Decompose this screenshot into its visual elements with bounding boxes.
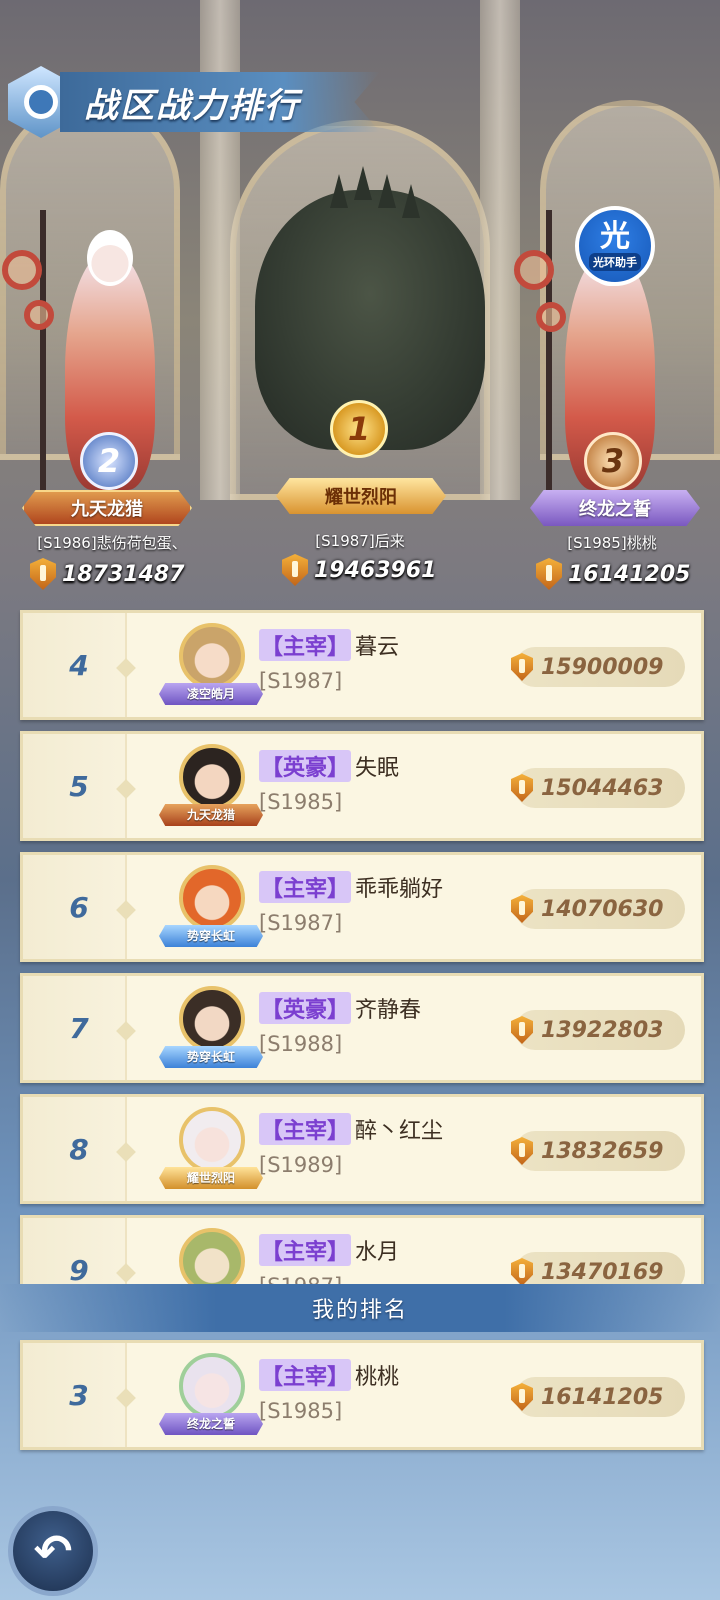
rank-tag: 【主宰】 [259,1359,352,1391]
player-name: 齐静春 [355,998,422,1023]
avatar-frame-title: 势穿长虹 [159,1046,263,1068]
avatar[interactable] [159,1228,263,1284]
podium-title-rank-2: 九天龙猎 [22,490,192,526]
avatar-frame-title: 耀世烈阳 [159,1167,263,1189]
server-id: [S1985] [259,1399,343,1423]
player-name: 暮云 [355,635,400,660]
helper-badge[interactable]: 光 光环助手 [575,206,655,286]
back-arrow-icon: ↶ [33,1524,73,1578]
power-value: 13832659 [541,1138,664,1164]
podium-power-rank-3: 16141205 [536,558,690,590]
avatar-frame-title: 终龙之誓 [159,1413,263,1435]
power-value-pill: 16141205 [511,1377,685,1417]
rank-number: 8 [69,1133,89,1166]
power-value: 16141205 [541,1384,664,1410]
podium-power-rank-1: 19463961 [282,554,436,586]
player-name: 桃桃 [355,1365,400,1390]
podium-name-rank-1: [S1987]后来 [315,532,405,550]
power-shield-icon [511,653,533,681]
power-shield-icon [536,558,562,590]
rank-2-medal-icon: 2 [80,432,138,490]
page-title: 战区战力排行 [84,85,300,126]
title-banner: 战区战力排行 [60,72,380,132]
power-value-pill: 15044463 [511,768,685,808]
server-id: [S1987] [259,911,343,935]
avatar-frame-title: 势穿长虹 [159,925,263,947]
server-id: [S1989] [259,1153,343,1177]
avatar-frame-title: 凌空皓月 [159,683,263,705]
podium-power-value: 16141205 [568,561,691,587]
power-shield-icon [511,1137,533,1165]
server-id: [S1987] [259,669,343,693]
avatar[interactable]: 九天龙猎 [159,744,263,834]
ranking-row[interactable]: 5 九天龙猎 【英豪】 失眠 [S1985] 15044463 [20,731,704,841]
rank-number: 6 [69,891,89,924]
power-value-pill: 13832659 [511,1131,685,1171]
podium-title-rank-3: 终龙之誓 [530,490,700,526]
podium-power-rank-2: 18731487 [30,558,184,590]
rank-number: 5 [69,770,89,803]
rank-number: 9 [69,1254,89,1284]
server-id: [S1985] [259,790,343,814]
helper-badge-icon: 光 [600,219,630,254]
podium-power-value: 18731487 [62,561,185,587]
podium-title-rank-1: 耀世烈阳 [276,478,446,514]
my-rank-header: 我的排名 [0,1284,720,1332]
power-value: 15044463 [541,775,664,801]
ranking-row[interactable]: 8 耀世烈阳 【主宰】 醉丶红尘 [S1989] 13832659 [20,1094,704,1204]
rank-tag: 【主宰】 [259,1234,352,1266]
rank-tag: 【主宰】 [259,871,352,903]
player-name: 水月 [355,1240,400,1265]
avatar[interactable]: 势穿长虹 [159,865,263,955]
power-shield-icon [511,1016,533,1044]
server-id: [S1987] [259,1274,342,1284]
rank-number: 7 [69,1012,89,1045]
player-name: 乖乖躺好 [355,877,444,902]
podium-name-rank-3: [S1985]桃桃 [567,534,657,552]
ranking-list[interactable]: 4 凌空皓月 【主宰】 暮云 [S1987] 15900009 5 九天龙猎 【英… [0,608,720,1284]
podium-power-value: 19463961 [314,557,437,583]
power-shield-icon [282,554,308,586]
avatar-frame-title: 九天龙猎 [159,804,263,826]
power-shield-icon [511,1258,533,1284]
podium-name-rank-2: [S1986]悲伤荷包蛋、 [37,534,187,552]
ranking-row[interactable]: 7 势穿长虹 【英豪】 齐静春 [S1988] 13922803 [20,973,704,1083]
server-id: [S1988] [259,1032,343,1056]
power-value-pill: 13922803 [511,1010,685,1050]
my-rank-title: 我的排名 [311,1298,408,1323]
rank-tag: 【英豪】 [259,992,352,1024]
rank-1-medal-icon: 1 [330,400,388,458]
rank-number: 3 [69,1379,89,1412]
rank-tag: 【英豪】 [259,750,352,782]
avatar[interactable]: 凌空皓月 [159,623,263,713]
helper-badge-label: 光环助手 [589,253,641,271]
avatar[interactable]: 势穿长虹 [159,986,263,1076]
power-value: 15900009 [541,654,664,680]
ranking-row[interactable]: 4 凌空皓月 【主宰】 暮云 [S1987] 15900009 [20,610,704,720]
avatar[interactable]: 终龙之誓 [159,1353,263,1443]
rank-tag: 【主宰】 [259,629,352,661]
power-value: 13470169 [541,1259,664,1285]
ranking-row[interactable]: 6 势穿长虹 【主宰】 乖乖躺好 [S1987] 14070630 [20,852,704,962]
my-rank-row[interactable]: 3 终龙之誓 【主宰】 桃桃 [S1985] 16141205 [20,1340,704,1450]
rank-3-medal-icon: 3 [584,432,642,490]
power-value-pill: 13470169 [511,1252,685,1285]
ranking-row[interactable]: 9 【主宰】水月 [S1987] 13470169 [20,1215,704,1284]
player-name: 醉丶红尘 [355,1119,444,1144]
power-shield-icon [30,558,56,590]
power-shield-icon [511,895,533,923]
player-name: 失眠 [355,756,400,781]
rank-tag: 【主宰】 [259,1113,352,1145]
power-value-pill: 14070630 [511,889,685,929]
power-shield-icon [511,1383,533,1411]
power-value: 13922803 [541,1017,664,1043]
power-value-pill: 15900009 [511,647,685,687]
power-value: 14070630 [541,896,664,922]
avatar[interactable]: 耀世烈阳 [159,1107,263,1197]
back-button[interactable]: ↶ [8,1506,98,1596]
rank-number: 4 [69,649,89,682]
power-shield-icon [511,774,533,802]
